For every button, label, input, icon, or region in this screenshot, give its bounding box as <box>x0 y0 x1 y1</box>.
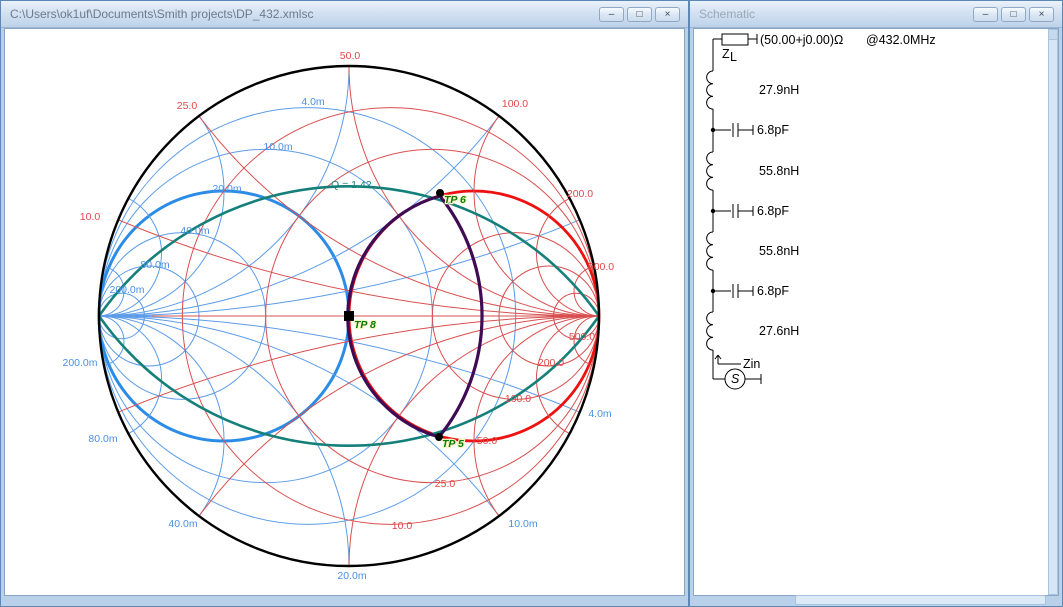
svg-text:10.0m: 10.0m <box>508 518 537 530</box>
svg-text:27.9nH: 27.9nH <box>759 83 799 97</box>
smith-chart-area[interactable]: 50.0 25.0 10.0 100.0 200.0 500.0 500.0 200.0 100… <box>4 28 685 596</box>
svg-text:L: L <box>730 50 737 64</box>
svg-text:200.0: 200.0 <box>538 357 564 369</box>
horizontal-scrollbar[interactable] <box>795 595 1046 605</box>
svg-text:200.0: 200.0 <box>567 188 593 200</box>
smith-window-titlebar[interactable]: C:\Users\ok1uf\Documents\Smith projects\… <box>1 1 688 28</box>
svg-text:10.0: 10.0 <box>392 520 413 532</box>
svg-text:80.0m: 80.0m <box>140 259 169 271</box>
svg-text:Zin: Zin <box>743 357 760 371</box>
smith-window-title: C:\Users\ok1uf\Documents\Smith projects\… <box>10 7 599 21</box>
svg-text:40.0m: 40.0m <box>180 225 209 237</box>
svg-text:20.0m: 20.0m <box>337 570 366 582</box>
smith-window-controls: – □ × <box>599 7 680 22</box>
svg-text:200.0m: 200.0m <box>62 357 97 369</box>
svg-text:6.8pF: 6.8pF <box>757 204 789 218</box>
smith-chart[interactable]: 50.0 25.0 10.0 100.0 200.0 500.0 500.0 200.0 100… <box>5 29 688 597</box>
schematic-window-titlebar[interactable]: Schematic – □ × <box>690 1 1062 28</box>
svg-text:80.0m: 80.0m <box>88 433 117 445</box>
close-button[interactable]: × <box>655 7 680 22</box>
svg-text:25.0: 25.0 <box>177 100 198 112</box>
svg-text:50.0: 50.0 <box>477 435 498 447</box>
svg-text:100.0: 100.0 <box>502 98 528 110</box>
svg-text:10.0m: 10.0m <box>263 141 292 153</box>
close-button[interactable]: × <box>1029 7 1054 22</box>
restore-button[interactable]: □ <box>627 7 652 22</box>
svg-text:25.0: 25.0 <box>435 478 456 490</box>
desktop: { "left_window": { "title": "C:\\Users\\… <box>0 0 1063 607</box>
svg-text:4.0m: 4.0m <box>588 408 612 420</box>
schematic-window-controls: – □ × <box>973 7 1054 22</box>
scroll-up-button[interactable] <box>1049 30 1057 40</box>
svg-text:40.0m: 40.0m <box>168 518 197 530</box>
schematic-canvas[interactable]: ZL (50.00+j0.00)Ω @432.0MHz 27.9nH 6.8pF 55.8… <box>694 29 1060 597</box>
minimize-button[interactable]: – <box>599 7 624 22</box>
svg-text:Z: Z <box>722 47 730 61</box>
svg-text:27.6nH: 27.6nH <box>759 324 799 338</box>
svg-text:50.0: 50.0 <box>340 50 361 62</box>
svg-text:500.0: 500.0 <box>569 331 595 343</box>
schematic-window: ZL (50.00+j0.00)Ω @432.0MHz 27.9nH 6.8pF 55.8… <box>689 0 1063 607</box>
svg-text:20.0m: 20.0m <box>212 183 241 195</box>
svg-text:100.0: 100.0 <box>505 393 531 405</box>
svg-text:10.0: 10.0 <box>80 211 101 223</box>
svg-text:(50.00+j0.00)Ω: (50.00+j0.00)Ω <box>760 33 843 47</box>
restore-button[interactable]: □ <box>1001 7 1026 22</box>
smith-chart-window: 50.0 25.0 10.0 100.0 200.0 500.0 500.0 200.0 100… <box>0 0 689 607</box>
schematic-area[interactable]: ZL (50.00+j0.00)Ω @432.0MHz 27.9nH 6.8pF 55.8… <box>693 28 1059 596</box>
svg-text:TP 5: TP 5 <box>442 438 464 450</box>
svg-text:TP 8: TP 8 <box>354 319 376 331</box>
svg-text:S: S <box>731 372 740 386</box>
svg-text:55.8nH: 55.8nH <box>759 164 799 178</box>
svg-text:TP 6: TP 6 <box>444 194 466 206</box>
svg-text:6.8pF: 6.8pF <box>757 284 789 298</box>
svg-text:@432.0MHz: @432.0MHz <box>866 33 936 47</box>
schematic-window-title: Schematic <box>699 7 973 21</box>
svg-text:55.8nH: 55.8nH <box>759 244 799 258</box>
svg-text:200.0m: 200.0m <box>109 284 144 296</box>
svg-text:6.8pF: 6.8pF <box>757 123 789 137</box>
minimize-button[interactable]: – <box>973 7 998 22</box>
svg-text:500.0: 500.0 <box>588 261 614 273</box>
vertical-scrollbar[interactable] <box>1048 29 1058 595</box>
svg-text:Q = 1.42: Q = 1.42 <box>331 179 372 191</box>
svg-text:4.0m: 4.0m <box>301 96 325 108</box>
